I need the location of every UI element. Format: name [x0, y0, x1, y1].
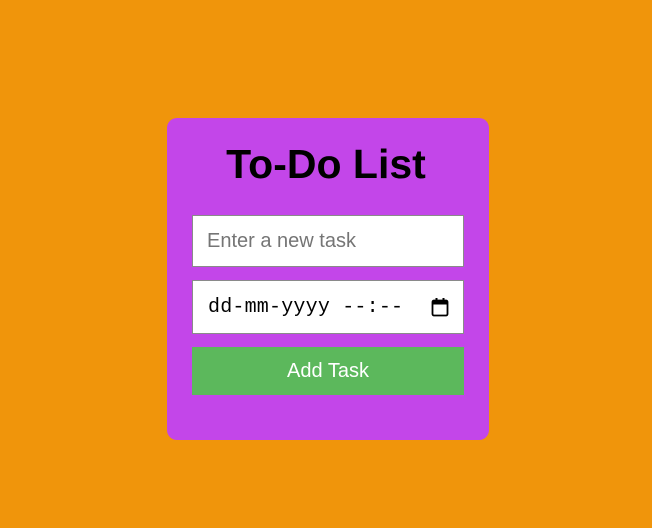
datetime-input-text: dd-mm-yyyy --:-- — [208, 295, 404, 319]
datetime-input[interactable]: dd-mm-yyyy --:-- — [192, 280, 464, 334]
task-input[interactable] — [192, 215, 464, 267]
calendar-icon[interactable] — [431, 297, 449, 317]
add-task-button[interactable]: Add Task — [192, 347, 464, 395]
page-title: To-Do List — [226, 141, 426, 187]
